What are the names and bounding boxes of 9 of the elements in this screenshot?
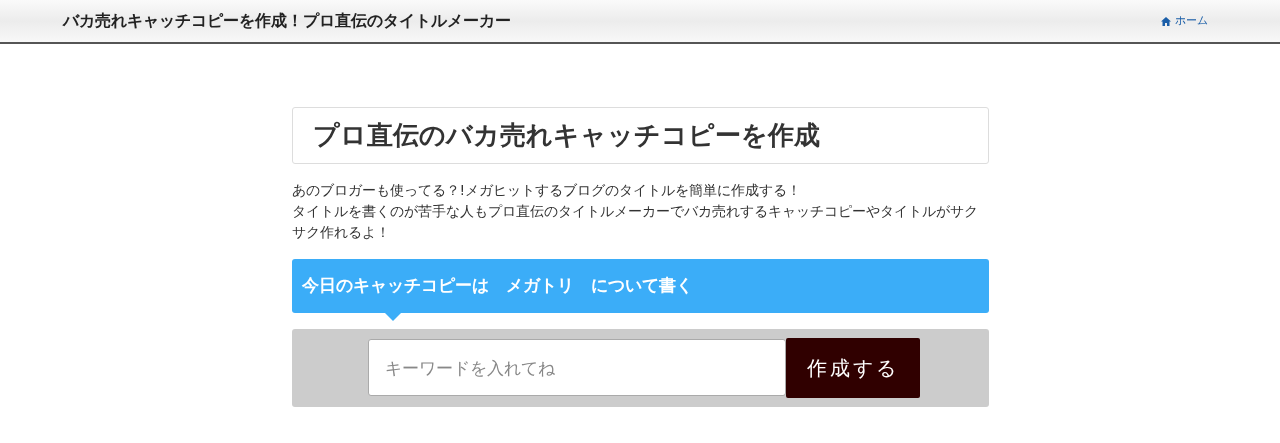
- description-text: あのブロガーも使ってる？!メガヒットするブログのタイトルを簡単に作成する！: [291, 181, 803, 201]
- home-link[interactable]: ホーム: [1161, 12, 1208, 30]
- home-icon: [1161, 16, 1171, 26]
- site-title: バカ売れキャッチコピーを作成！プロ直伝のタイトルメーカー: [63, 10, 511, 32]
- create-button[interactable]: 作成する: [785, 337, 920, 398]
- banner-text: 今日のキャッチコピーは メガトリ について書く: [301, 275, 693, 296]
- description-text: タイトルを書くのが苦手な人もプロ直伝のタイトルメーカーでバカ売れするキャッチコピーやタイトルがサクサク作れるよ！: [291, 202, 979, 243]
- keyword-field[interactable]: キーワードを入れてね: [367, 339, 786, 397]
- page-heading: プロ直伝のバカ売れキャッチコピーを作成: [312, 120, 821, 152]
